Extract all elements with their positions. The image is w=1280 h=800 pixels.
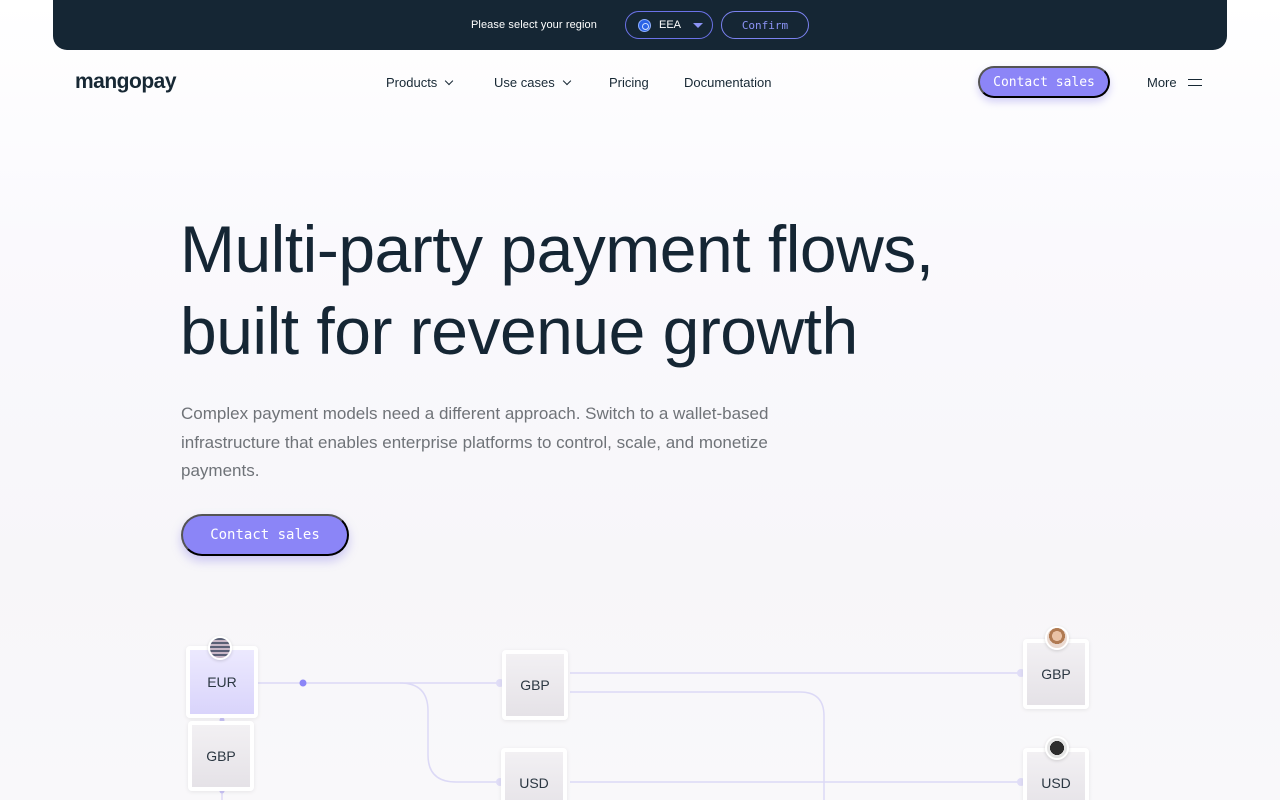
payment-flow-diagram: EUR GBP GBP USD GBP USD [0,600,1280,800]
nav-use-cases[interactable]: Use cases [494,75,571,90]
chevron-down-icon [445,76,454,85]
mangopay-logo[interactable]: mangopay [75,70,177,94]
nav-products[interactable]: Products [386,75,454,90]
nav-pricing[interactable]: Pricing [609,75,649,90]
caret-down-icon [693,23,703,28]
region-select[interactable]: EEA [625,11,713,39]
hamburger-icon [1187,79,1202,86]
nav-products-label: Products [386,75,438,90]
region-banner: Please select your region EEA Confirm [53,0,1227,50]
wallet-node: GBP [188,721,254,791]
hero-title-line-1: Multi-party payment flows, [180,212,934,286]
nav-pricing-label: Pricing [609,75,649,90]
more-label: More [1147,75,1177,90]
wallet-currency: GBP [520,677,550,693]
film-reel-avatar-icon [1045,736,1069,760]
region-select-value: EEA [659,19,682,31]
contact-sales-hero-button[interactable]: Contact sales [181,514,349,556]
company-avatar-icon [208,636,232,660]
nav-use-cases-label: Use cases [494,75,555,90]
wallet-currency: GBP [1041,666,1071,682]
wallet-currency: GBP [206,748,236,764]
region-prompt: Please select your region [470,19,597,31]
more-menu-button[interactable]: More [1147,75,1202,90]
globe-icon [638,18,651,32]
person-avatar-icon [1045,626,1069,650]
confirm-region-button[interactable]: Confirm [721,11,809,39]
wallet-currency: USD [519,775,549,791]
wallet-currency: USD [1041,775,1071,791]
nav-documentation-label: Documentation [684,75,772,90]
wallet-node: USD [501,748,567,800]
hero-title: Multi-party payment flows, built for rev… [180,208,1080,372]
hero-title-line-2: built for revenue growth [180,294,858,368]
wallet-node: GBP [502,650,568,720]
hero-subtitle: Complex payment models need a different … [181,404,769,480]
contact-sales-nav-button[interactable]: Contact sales [978,66,1110,98]
nav-documentation[interactable]: Documentation [684,75,771,90]
chevron-down-icon [562,76,571,85]
wallet-currency: EUR [207,674,237,690]
